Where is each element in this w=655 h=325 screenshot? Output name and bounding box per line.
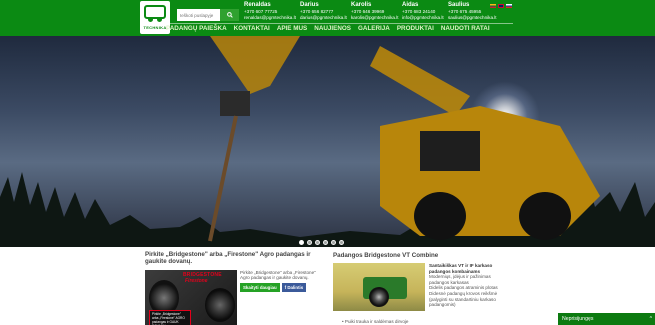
read-more-button[interactable]: Skaityti daugiau [240,283,280,292]
feature-line: Didesnė padangų krovos reikšmė (palygint… [429,290,498,308]
article-lead: Santaikiškas VT ir IF karkaso padangos k… [429,263,493,274]
article-description: Santaikiškas VT ir IF karkaso padangos k… [429,263,506,308]
slider-dot[interactable] [331,240,336,245]
article-summary: Pirkite „Bridgestone" arba „Firestone" A… [240,270,316,281]
nav-divider [170,23,513,24]
slider-dot[interactable] [339,240,344,245]
contact-email[interactable]: karolis@pgmtechnika.lt [351,15,399,21]
search-form [177,9,239,21]
slider-dot[interactable] [307,240,312,245]
slider-dot[interactable] [315,240,320,245]
site-header: TECHNIKA Renaldas +370 607 77725 renalda… [0,0,655,36]
nav-item-products[interactable]: PRODUKTAI [397,25,434,32]
nav-item-news[interactable]: NAUJIENOS [314,25,351,32]
contact-email[interactable]: darius@pgmtechnika.lt [300,15,347,21]
tire-image [205,288,235,322]
contact-email[interactable]: renaldas@pgmtechnika.lt [244,15,296,21]
chevron-up-icon: ^ [649,316,652,322]
search-input[interactable] [177,9,220,21]
logo-text: TECHNIKA [143,25,167,30]
slider-dot[interactable] [299,240,304,245]
chat-widget[interactable]: Neprisijungęs ^ [558,313,655,325]
search-button[interactable] [220,9,239,21]
nav-item-used-wheels[interactable]: NAUDOTI RATAI [441,25,490,32]
feature-line: Moderniųs, įdėjus ir pažinimas padangos … [429,274,491,285]
nav-item-contacts[interactable]: KONTAKTAI [234,25,270,32]
contact-aidas: Aidas +370 683 24140 info@pgmtechnika.lt [402,2,444,20]
harvester-silhouette [208,36,600,242]
promo-image[interactable]: BRIDGESTONE Firestone Pirkite „Bridgesto… [145,270,237,325]
contact-karolis: Karolis +370 646 39969 karolis@pgmtechni… [351,2,399,20]
facebook-share-button[interactable]: f Dalintis [281,283,307,292]
contact-email[interactable]: info@pgmtechnika.lt [402,15,444,21]
contact-darius: Darius +370 656 82777 darius@pgmtechnika… [300,2,347,20]
search-icon [226,12,233,18]
contact-email[interactable]: saulius@pgmtechnika.lt [448,15,497,21]
contact-name: Darius [300,2,319,8]
lithuanian-flag-icon[interactable] [490,4,496,8]
contact-renaldas: Renaldas +370 607 77725 renaldas@pgmtech… [244,2,296,20]
article-actions: Skaityti daugiau f Dalintis [240,283,307,292]
promo-caption: Pirkite „Bridgestone" arba „Firestone" A… [149,310,191,325]
nav-item-about[interactable]: APIE MUS [277,25,307,32]
contact-name: Aidas [402,2,419,8]
contact-name: Karolis [351,2,372,8]
nav-item-gallery[interactable]: GALERIJA [358,25,390,32]
slider-dot[interactable] [323,240,328,245]
tire-image [369,287,389,307]
nav-item-tire-search[interactable]: PADANGŲ PAIEŠKA [166,25,227,32]
article-title[interactable]: Pirkite „Bridgestone" arba „Firestone" A… [145,251,315,265]
english-flag-icon[interactable] [498,4,504,8]
hero-slider[interactable] [0,36,655,247]
firestone-logo: Firestone [185,278,208,284]
article-title[interactable]: Padangos Bridgestone VT Combine [333,252,503,259]
feature-bullet: • Puiki trauka ir saldėmas dirvoje [342,319,409,324]
combine-tire-image[interactable] [333,263,425,311]
truck-icon [144,5,166,22]
slider-dots [299,240,344,245]
language-switcher [490,4,512,8]
russian-flag-icon[interactable] [506,4,512,8]
contact-name: Renaldas [244,2,271,8]
main-nav: PADANGŲ PAIEŠKA KONTAKTAI APIE MUS NAUJI… [166,25,490,32]
chat-status-label: Neprisijungęs [562,316,594,322]
